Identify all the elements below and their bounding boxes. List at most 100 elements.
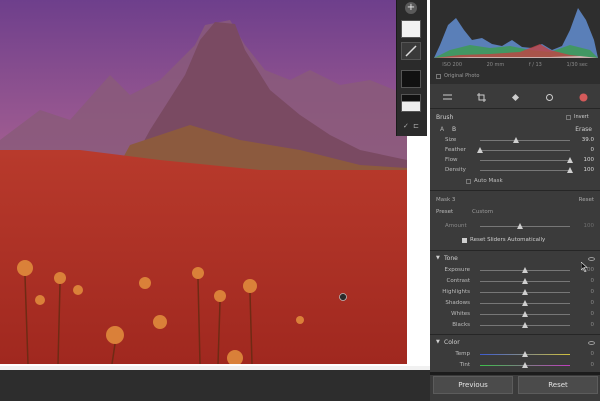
panel-footer-divider [430, 372, 600, 375]
brush-header: Brush Invert [430, 112, 600, 124]
brush-erase-tab[interactable]: Erase [575, 126, 592, 133]
brush-ab-row: A B Erase [430, 124, 600, 136]
slider-value[interactable]: 0 [591, 351, 595, 357]
brush-tool-icon[interactable] [401, 42, 421, 60]
tone-slider[interactable]: Blacks 0 [430, 321, 600, 331]
reset-sliders-checkbox[interactable] [462, 238, 467, 243]
landscape-photo[interactable] [0, 0, 407, 364]
density-label: Density [445, 167, 466, 173]
masking-icon[interactable] [579, 93, 588, 102]
options-icon[interactable]: ⊏ [413, 122, 419, 130]
feather-thumb[interactable] [477, 147, 483, 153]
slider-value[interactable]: 0 [591, 311, 595, 317]
amount-value[interactable]: 100 [584, 223, 595, 229]
histogram-graph [430, 0, 600, 60]
size-track[interactable] [480, 140, 570, 141]
invert-label: Invert [574, 114, 589, 120]
mask-header: Mask 3 Reset [430, 195, 600, 207]
mask-thumb-white[interactable] [401, 20, 421, 38]
feather-track[interactable] [480, 150, 570, 151]
feather-value[interactable]: 0 [591, 147, 595, 153]
tone-slider[interactable]: Shadows 0 [430, 299, 600, 309]
amount-slider[interactable]: Amount 100 [430, 222, 600, 232]
divider [430, 334, 600, 335]
amount-label: Amount [445, 223, 467, 229]
photo-canvas[interactable] [0, 0, 430, 401]
color-title: Color [444, 339, 460, 346]
tone-collapse-icon[interactable]: ▼ [436, 255, 440, 261]
add-mask-icon[interactable]: + [405, 2, 417, 14]
reset-sliders-toggle[interactable]: Reset Sliders Automatically [430, 236, 600, 246]
develop-toolbar [430, 88, 600, 106]
slider-thumb[interactable] [522, 289, 528, 295]
slider-thumb[interactable] [522, 267, 528, 273]
original-photo-toggle[interactable]: Original Photo [436, 73, 479, 79]
crop-icon[interactable] [476, 92, 486, 102]
mouse-cursor [580, 261, 589, 274]
automask-checkbox[interactable] [466, 179, 471, 184]
mask-thumb-black[interactable] [401, 70, 421, 88]
slider-thumb[interactable] [522, 278, 528, 284]
size-slider[interactable]: Size 39.0 [430, 136, 600, 146]
slider-label: Exposure [444, 267, 470, 273]
slider-label: Blacks [452, 322, 470, 328]
slider-thumb[interactable] [522, 300, 528, 306]
slider-value[interactable]: 0 [591, 300, 595, 306]
redeye-icon[interactable] [545, 93, 554, 102]
size-thumb[interactable] [513, 137, 519, 143]
color-slider[interactable]: Temp 0 [430, 350, 600, 360]
brush-b-tab[interactable]: B [452, 126, 456, 133]
invert-checkbox[interactable] [566, 115, 571, 120]
tone-visibility-icon[interactable] [588, 257, 595, 261]
tone-slider[interactable]: Whites 0 [430, 310, 600, 320]
size-value[interactable]: 39.0 [582, 137, 594, 143]
edit-sliders-icon[interactable] [442, 93, 452, 102]
color-visibility-icon[interactable] [588, 341, 595, 345]
original-photo-checkbox[interactable] [436, 73, 441, 79]
previous-button[interactable]: Previous [433, 376, 513, 394]
flow-track[interactable] [480, 160, 570, 161]
preset-row[interactable]: Preset Custom [430, 208, 600, 218]
tone-slider[interactable]: Contrast 0 [430, 277, 600, 287]
healing-icon[interactable] [511, 93, 520, 102]
color-slider[interactable]: Tint 0 [430, 361, 600, 371]
flow-thumb[interactable] [567, 157, 573, 163]
mask-thumb-gradient[interactable] [401, 94, 421, 112]
focal-readout: 20 mm [486, 62, 505, 68]
preset-select[interactable]: Custom [472, 209, 493, 215]
flow-value[interactable]: 100 [584, 157, 595, 163]
tone-title: Tone [444, 255, 458, 262]
iso-readout: ISO 200 [442, 62, 462, 68]
brush-a-tab[interactable]: A [440, 126, 444, 133]
flow-slider[interactable]: Flow 100 [430, 156, 600, 166]
slider-value[interactable]: 0 [591, 322, 595, 328]
slider-value[interactable]: 0 [591, 278, 595, 284]
density-value[interactable]: 100 [584, 167, 595, 173]
color-collapse-icon[interactable]: ▼ [436, 339, 440, 345]
amount-track[interactable] [480, 226, 570, 227]
slider-value[interactable]: 0 [591, 289, 595, 295]
divider [430, 190, 600, 191]
divider [430, 250, 600, 251]
mask-reset-button[interactable]: Reset [579, 197, 594, 203]
automask-toggle[interactable]: Auto Mask [430, 177, 600, 187]
size-label: Size [445, 137, 457, 143]
slider-value[interactable]: 0 [591, 362, 595, 368]
tone-slider[interactable]: Exposure 0.00 [430, 266, 600, 276]
slider-label: Contrast [446, 278, 470, 284]
density-slider[interactable]: Density 100 [430, 166, 600, 176]
density-thumb[interactable] [567, 167, 573, 173]
reset-button[interactable]: Reset [518, 376, 598, 394]
density-track[interactable] [480, 170, 570, 171]
slider-thumb[interactable] [522, 322, 528, 328]
slider-thumb[interactable] [522, 311, 528, 317]
slider-thumb[interactable] [522, 362, 528, 368]
amount-thumb[interactable] [517, 223, 523, 229]
color-header[interactable]: ▼ Color [430, 338, 600, 350]
feather-slider[interactable]: Feather 0 [430, 146, 600, 156]
tone-slider[interactable]: Highlights 0 [430, 288, 600, 298]
tone-header[interactable]: ▼ Tone [430, 254, 600, 266]
slider-thumb[interactable] [522, 351, 528, 357]
feather-label: Feather [445, 147, 466, 153]
confirm-icon[interactable]: ✓ [403, 122, 409, 130]
